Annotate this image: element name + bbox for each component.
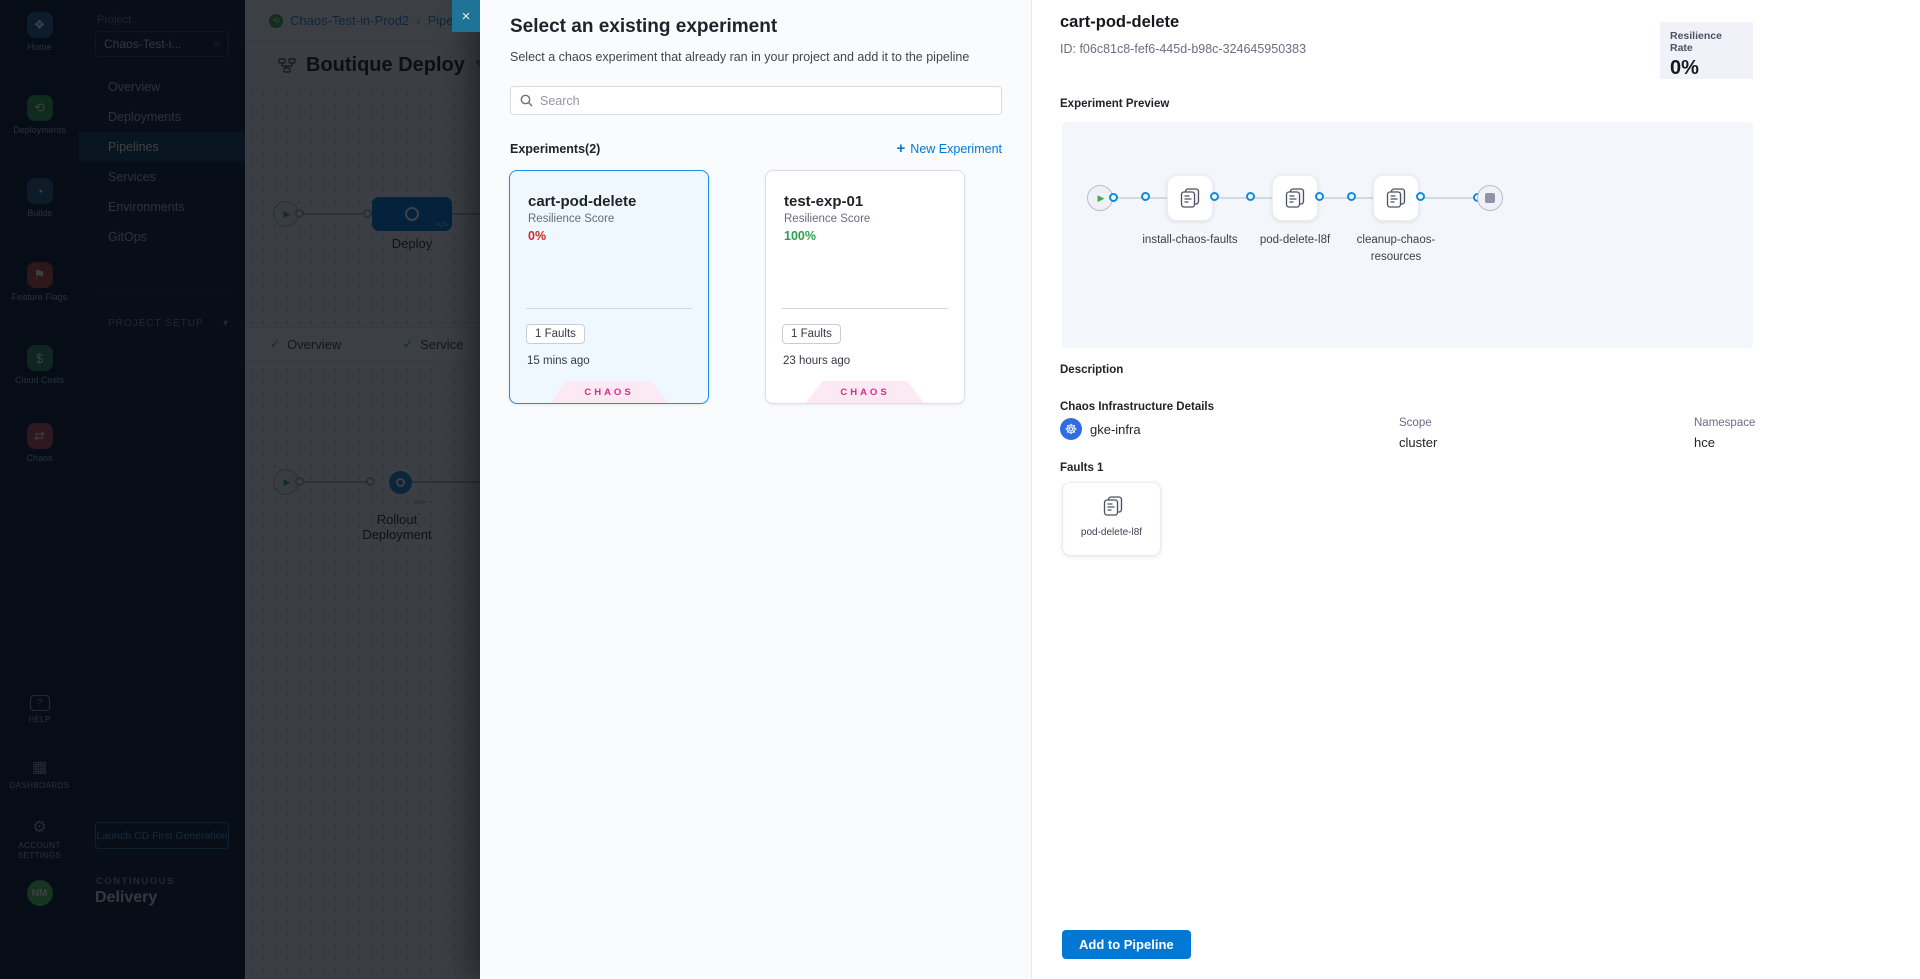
description-label: Description <box>1060 364 1123 376</box>
resilience-rate-value: 0% <box>1670 57 1743 80</box>
add-to-pipeline-button[interactable]: Add to Pipeline <box>1062 930 1191 959</box>
connector-dot <box>1416 192 1425 201</box>
resilience-score: 0% <box>528 229 546 243</box>
experiment-card-cart-pod-delete[interactable]: cart-pod-delete Resilience Score 0% 1 Fa… <box>509 170 709 404</box>
experiment-picker-pane: Select an existing experiment Select a c… <box>480 0 1032 979</box>
namespace-label: Namespace <box>1694 417 1755 429</box>
experiment-name: test-exp-01 <box>784 193 863 210</box>
connector-dot <box>1246 192 1255 201</box>
preview-section-label: Experiment Preview <box>1060 98 1169 110</box>
resilience-rate-box: Resilience Rate 0% <box>1660 22 1753 79</box>
preview-step-label: pod-delete-l8f <box>1247 232 1343 249</box>
preview-step-label: install-chaos-faults <box>1142 232 1238 249</box>
connector-dot <box>1109 193 1118 202</box>
preview-step-label: cleanup-chaos-resources <box>1348 232 1444 265</box>
last-run-time: 15 mins ago <box>527 355 590 367</box>
namespace-value: hce <box>1694 435 1715 450</box>
divider <box>526 308 692 309</box>
experiments-count: Experiments(2) <box>510 142 600 156</box>
connector-dot <box>1141 192 1150 201</box>
experiment-title: cart-pod-delete <box>1060 13 1179 32</box>
modal-title: Select an existing experiment <box>510 16 777 38</box>
divider <box>782 308 948 309</box>
fault-step-icon <box>1101 494 1125 518</box>
experiment-id: ID: f06c81c8-fef6-445d-b98c-324645950383 <box>1060 42 1306 56</box>
preview-step-pod-delete-l8f <box>1272 175 1318 221</box>
experiment-preview-canvas: ▶ install-chaos-faults <box>1062 122 1753 348</box>
faults-badge: 1 Faults <box>782 324 841 344</box>
chaos-ribbon: CHAOS <box>550 381 668 403</box>
connector-dot <box>1315 192 1324 201</box>
resilience-score: 100% <box>784 229 816 243</box>
experiments-header-row: Experiments(2) + New Experiment <box>510 140 1002 157</box>
scope-value: cluster <box>1399 435 1437 450</box>
search-icon <box>520 94 533 107</box>
preview-step-install-chaos-faults <box>1167 175 1213 221</box>
faults-badge: 1 Faults <box>526 324 585 344</box>
fault-step-icon <box>1178 186 1202 210</box>
infrastructure-label: Chaos Infrastructure Details <box>1060 401 1214 413</box>
faults-label: Faults 1 <box>1060 462 1103 474</box>
fault-step-icon <box>1384 186 1408 210</box>
chaos-ribbon: CHAOS <box>806 381 924 403</box>
screen: ❖ Home ⟲ Deployments ◔ Builds ⚑ Feature … <box>0 0 1920 979</box>
kubernetes-icon: ☸ <box>1060 418 1082 440</box>
modal-subtitle: Select a chaos experiment that already r… <box>510 50 969 64</box>
experiment-card-test-exp-01[interactable]: test-exp-01 Resilience Score 100% 1 Faul… <box>765 170 965 404</box>
select-experiment-modal: × Select an existing experiment Select a… <box>480 0 1920 979</box>
scope-label: Scope <box>1399 417 1432 429</box>
preview-step-cleanup-chaos-resources <box>1373 175 1419 221</box>
infrastructure-name: gke-infra <box>1090 422 1141 437</box>
connector-dot <box>1210 192 1219 201</box>
preview-end-node <box>1477 185 1503 211</box>
plus-icon: + <box>897 140 906 157</box>
fault-card-pod-delete-l8f[interactable]: pod-delete-l8f <box>1062 482 1161 556</box>
close-button[interactable]: × <box>452 0 480 32</box>
play-icon: ▶ <box>1098 193 1105 204</box>
experiment-details-pane: cart-pod-delete ID: f06c81c8-fef6-445d-b… <box>1032 0 1920 979</box>
search-box <box>510 86 1002 115</box>
fault-step-icon <box>1283 186 1307 210</box>
new-experiment-link[interactable]: + New Experiment <box>897 140 1002 157</box>
close-icon: × <box>462 8 471 25</box>
search-input[interactable] <box>540 94 992 108</box>
experiment-card-list: cart-pod-delete Resilience Score 0% 1 Fa… <box>509 170 965 404</box>
connector-dot <box>1347 192 1356 201</box>
last-run-time: 23 hours ago <box>783 355 850 367</box>
fault-name: pod-delete-l8f <box>1063 527 1160 538</box>
stop-icon <box>1485 193 1495 203</box>
experiment-name: cart-pod-delete <box>528 193 636 210</box>
